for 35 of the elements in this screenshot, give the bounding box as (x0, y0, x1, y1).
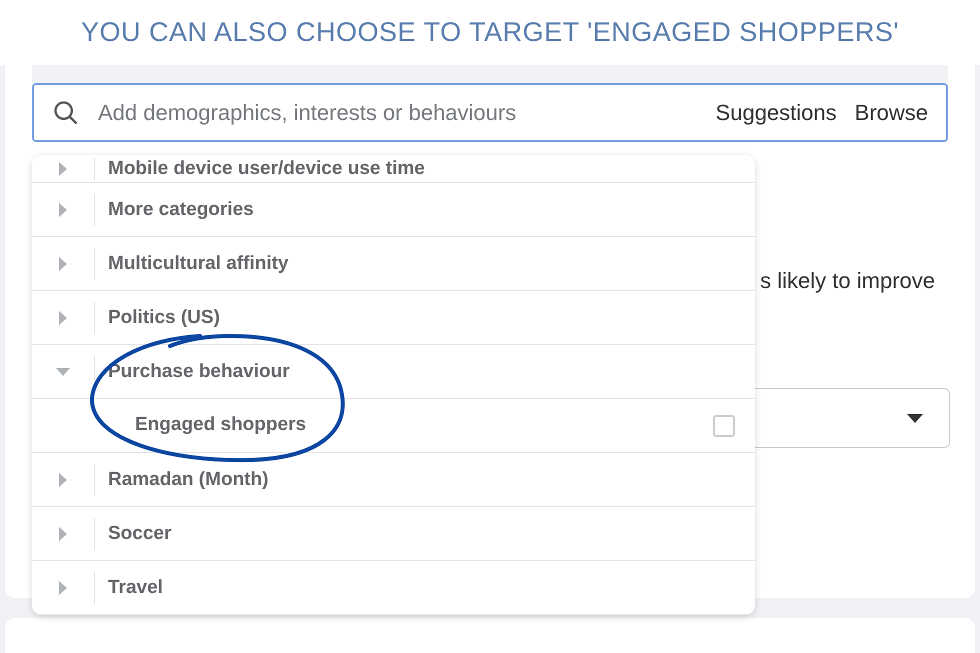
category-label: Mobile device user/device use time (108, 159, 425, 178)
category-label: Purchase behaviour (108, 362, 290, 381)
description-text: s likely to improve (760, 267, 935, 295)
subcategory-row[interactable]: Engaged shoppers (32, 399, 755, 453)
search-field[interactable]: Add demographics, interests or behaviours Suggestions Browse (32, 83, 948, 142)
caret-right-icon[interactable] (59, 310, 67, 324)
category-row[interactable]: Politics (US) (32, 291, 755, 345)
caret-down-icon[interactable] (56, 368, 70, 376)
category-label: Ramadan (Month) (108, 470, 268, 489)
category-label: Politics (US) (108, 308, 220, 327)
caret-right-icon[interactable] (59, 202, 67, 216)
search-icon (52, 98, 80, 126)
category-label: Multicultural affinity (108, 254, 288, 273)
category-label: Travel (108, 578, 163, 597)
category-row[interactable]: Purchase behaviour (32, 345, 755, 399)
category-row[interactable]: Travel (32, 561, 755, 615)
category-row[interactable]: Ramadan (Month) (32, 453, 755, 507)
caret-right-icon[interactable] (59, 526, 67, 540)
category-row[interactable]: Mobile device user/device use time (32, 155, 755, 183)
caret-right-icon[interactable] (59, 162, 67, 176)
caret-down-icon (907, 414, 923, 422)
category-label: More categories (108, 200, 254, 219)
search-link[interactable]: Suggestions (716, 96, 837, 129)
category-label: Soccer (108, 524, 172, 543)
checkbox[interactable] (713, 414, 735, 436)
category-row[interactable]: More categories (32, 183, 755, 237)
caret-right-icon[interactable] (59, 580, 67, 594)
subcategory-label: Engaged shoppers (135, 413, 308, 438)
caret-right-icon[interactable] (59, 256, 67, 270)
caret-right-icon[interactable] (59, 472, 67, 486)
search-placeholder: Add demographics, interests or behaviours (98, 99, 518, 127)
category-row[interactable]: Soccer (32, 507, 755, 561)
category-row[interactable]: Multicultural affinity (32, 237, 755, 291)
search-link[interactable]: Browse (854, 96, 928, 129)
annotation-title: YOU CAN ALSO CHOOSE TO TARGET 'ENGAGED SHOPPERS' (80, 16, 899, 50)
